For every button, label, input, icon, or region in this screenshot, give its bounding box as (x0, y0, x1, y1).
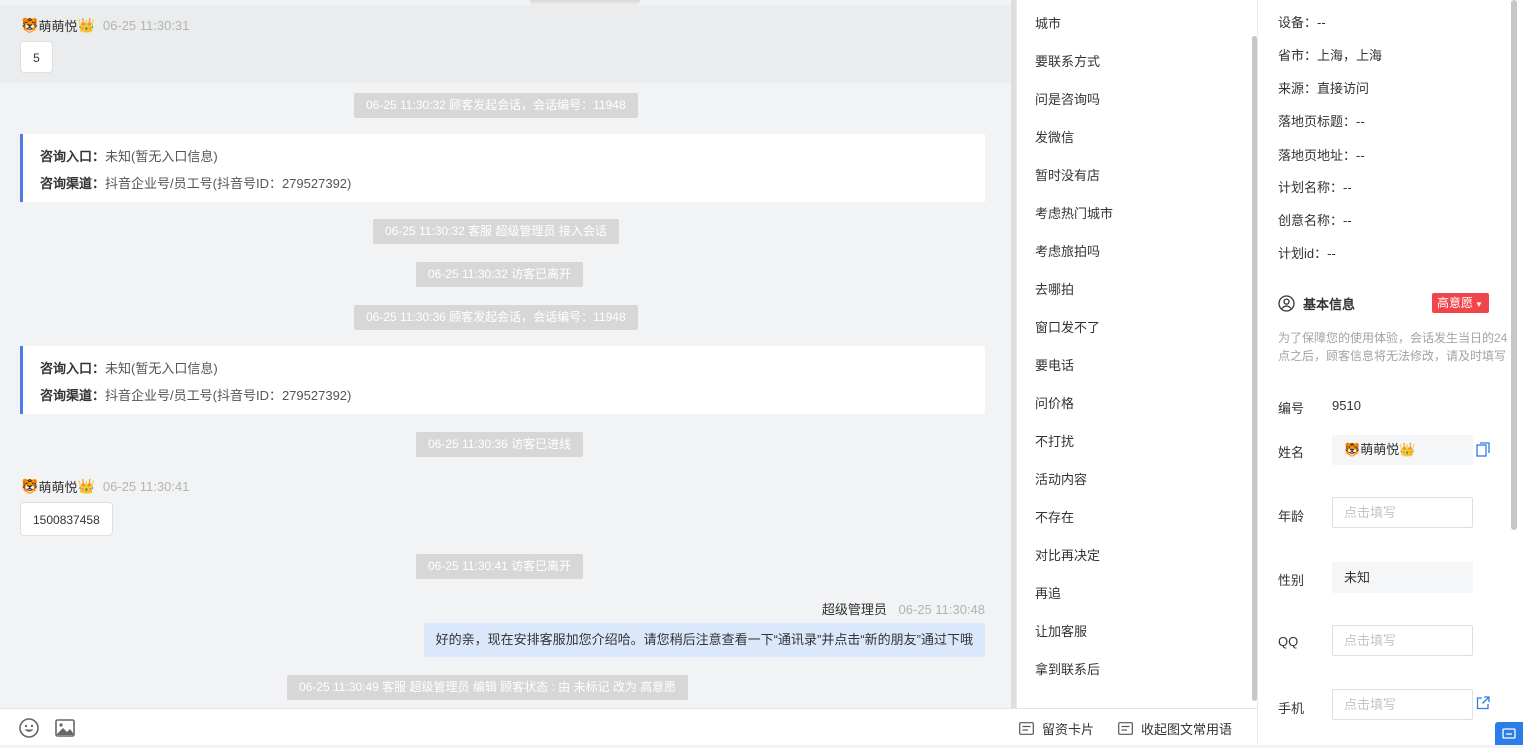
phrase-item[interactable]: 要联系方式 (1035, 51, 1100, 70)
tiger-avatar-icon: 🐯 (21, 478, 39, 494)
user-icon (1278, 295, 1295, 312)
input-toolbar: 留资卡片 收起图文常用语 (0, 708, 1257, 745)
crown-icon: 👑 (77, 478, 95, 494)
phrases-icon (1118, 722, 1133, 735)
plan-name-field: 计划名称：-- (1278, 180, 1352, 195)
qq-input[interactable] (1332, 625, 1473, 656)
gender-select[interactable]: 未知 (1332, 562, 1473, 593)
phrase-item[interactable]: 不存在 (1035, 507, 1074, 526)
chat-widget-button[interactable] (1495, 722, 1523, 745)
system-message: 06-25 11:30:32 客服 超级管理员 接入会话 (373, 219, 619, 244)
copy-icon[interactable] (1476, 442, 1490, 457)
customer-name: 萌萌悦 (38, 480, 78, 495)
name-label: 姓名 (1278, 445, 1305, 460)
phrase-item[interactable]: 考虑旅拍吗 (1035, 241, 1100, 260)
name-value: 萌萌悦 (1360, 442, 1400, 457)
phrase-item[interactable]: 不打扰 (1035, 431, 1074, 450)
qq-label: QQ (1278, 634, 1299, 649)
landing-title-field: 落地页标题：-- (1278, 114, 1365, 129)
agent-name: 超级管理员 (821, 602, 887, 617)
phrase-item[interactable]: 让加客服 (1035, 621, 1087, 640)
phrase-item[interactable]: 要电话 (1035, 355, 1074, 374)
phrase-item[interactable]: 考虑热门城市 (1035, 203, 1113, 222)
message-time: 06-25 11:30:31 (102, 18, 190, 33)
customer-info-panel: 设备：-- 省市：上海，上海 来源：直接访问 落地页标题：-- 落地页地址：--… (1257, 0, 1523, 745)
message-header: 🐯 萌萌悦 👑 06-25 11:30:41 (21, 477, 189, 496)
tiger-avatar-icon: 🐯 (21, 17, 39, 33)
external-link-icon[interactable] (1476, 696, 1490, 710)
id-label: 编号 (1278, 401, 1305, 416)
creative-name-field: 创意名称：-- (1278, 213, 1352, 228)
lead-card-button[interactable]: 留资卡片 (1019, 719, 1094, 738)
age-input[interactable] (1332, 497, 1473, 528)
phrase-item[interactable]: 去哪拍 (1035, 279, 1074, 298)
phrase-item[interactable]: 城市 (1035, 13, 1061, 32)
image-icon[interactable] (54, 717, 76, 739)
collapse-phrases-label: 收起图文常用语 (1141, 722, 1233, 737)
phrase-item[interactable]: 暂时没有店 (1035, 165, 1100, 184)
system-message: 06-25 11:30:41 访客已离开 (416, 554, 584, 579)
phrase-item[interactable]: 对比再决定 (1035, 545, 1100, 564)
message-header: 🐯 萌萌悦 👑 06-25 11:30:31 (21, 16, 189, 35)
phone-label: 手机 (1278, 701, 1305, 716)
message-time: 06-25 11:30:48 (898, 602, 986, 617)
message-icon (1502, 728, 1516, 739)
phrase-item[interactable]: 再追 (1035, 583, 1061, 602)
crown-icon: 👑 (77, 17, 95, 33)
device-field: 设备：-- (1278, 15, 1326, 30)
agent-message-header: 超级管理员 06-25 11:30:48 (822, 599, 985, 618)
consult-entry-row: 咨询入口：未知(暂无入口信息) (40, 149, 218, 164)
system-message: 06-25 11:30:32 访客已离开 (416, 262, 584, 287)
phrase-item[interactable]: 问是咨询吗 (1035, 89, 1100, 108)
consult-info-card: 咨询入口：未知(暂无入口信息) 咨询渠道：抖音企业号/员工号(抖音号ID：279… (20, 134, 985, 202)
plan-id-field: 计划id：-- (1278, 246, 1336, 261)
customer-message: 1500837458 (20, 502, 113, 536)
message-time: 06-25 11:30:41 (102, 479, 190, 494)
scroll-shadow (530, 0, 640, 6)
age-label: 年龄 (1278, 509, 1305, 524)
intent-status-label: 高意愿 (1437, 296, 1474, 310)
consult-info-card: 咨询入口：未知(暂无入口信息) 咨询渠道：抖音企业号/员工号(抖音号ID：279… (20, 346, 985, 414)
intent-status-dropdown[interactable]: 高意愿 ▼ (1432, 293, 1489, 313)
agent-message: 好的亲，现在安排客服加您介绍哈。请您稍后注意查看一下“通讯录”并点击“新的朋友”… (423, 623, 985, 657)
system-message: 06-25 11:30:36 顾客发起会话，会话编号：11948 (354, 305, 638, 330)
edit-notice: 为了保障您的使用体验，会话发生当日的24点之后，顾客信息将无法修改，请及时填写 (1278, 331, 1508, 363)
caret-down-icon: ▼ (1475, 300, 1483, 309)
customer-name: 萌萌悦 (38, 19, 78, 34)
common-phrases-list: 城市 要联系方式 问是咨询吗 发微信 暂时没有店 考虑热门城市 考虑旅拍吗 去哪… (1016, 0, 1258, 708)
card-icon (1019, 722, 1034, 735)
crown-icon: 👑 (1399, 442, 1416, 457)
phrase-item[interactable]: 问价格 (1035, 393, 1074, 412)
tiger-avatar-icon: 🐯 (1344, 442, 1361, 457)
basic-info-title: 基本信息 (1278, 294, 1355, 313)
collapse-phrases-button[interactable]: 收起图文常用语 (1118, 719, 1232, 738)
info-scrollbar[interactable] (1511, 0, 1517, 530)
phrase-item[interactable]: 发微信 (1035, 127, 1074, 146)
phone-input[interactable] (1332, 689, 1473, 720)
system-message: 06-25 11:30:49 客服 超级管理员 编辑 顾客状态 : 由 未标记 … (287, 675, 689, 700)
gender-label: 性别 (1278, 573, 1305, 588)
system-message: 06-25 11:30:36 访客已进线 (416, 432, 584, 457)
region-field: 省市：上海，上海 (1278, 48, 1383, 63)
lead-card-label: 留资卡片 (1042, 722, 1095, 737)
phrase-item[interactable]: 窗口发不了 (1035, 317, 1100, 336)
emoji-icon[interactable] (18, 717, 40, 739)
customer-message: 5 (20, 41, 53, 73)
chat-panel: 🐯 萌萌悦 👑 06-25 11:30:31 5 06-25 11:30:32 … (0, 0, 1010, 708)
system-message: 06-25 11:30:32 顾客发起会话，会话编号：11948 (354, 93, 638, 118)
id-value: 9510 (1332, 398, 1361, 413)
phrase-item[interactable]: 拿到联系后 (1035, 659, 1100, 678)
source-field: 来源：直接访问 (1278, 81, 1370, 96)
consult-entry-row: 咨询入口：未知(暂无入口信息) (40, 361, 218, 376)
consult-channel-row: 咨询渠道：抖音企业号/员工号(抖音号ID：279527392) (40, 176, 352, 191)
consult-channel-row: 咨询渠道：抖音企业号/员工号(抖音号ID：279527392) (40, 388, 352, 403)
landing-url-field: 落地页地址：-- (1278, 148, 1365, 163)
phrase-item[interactable]: 活动内容 (1035, 469, 1087, 488)
name-field: 🐯萌萌悦👑 (1332, 435, 1473, 465)
